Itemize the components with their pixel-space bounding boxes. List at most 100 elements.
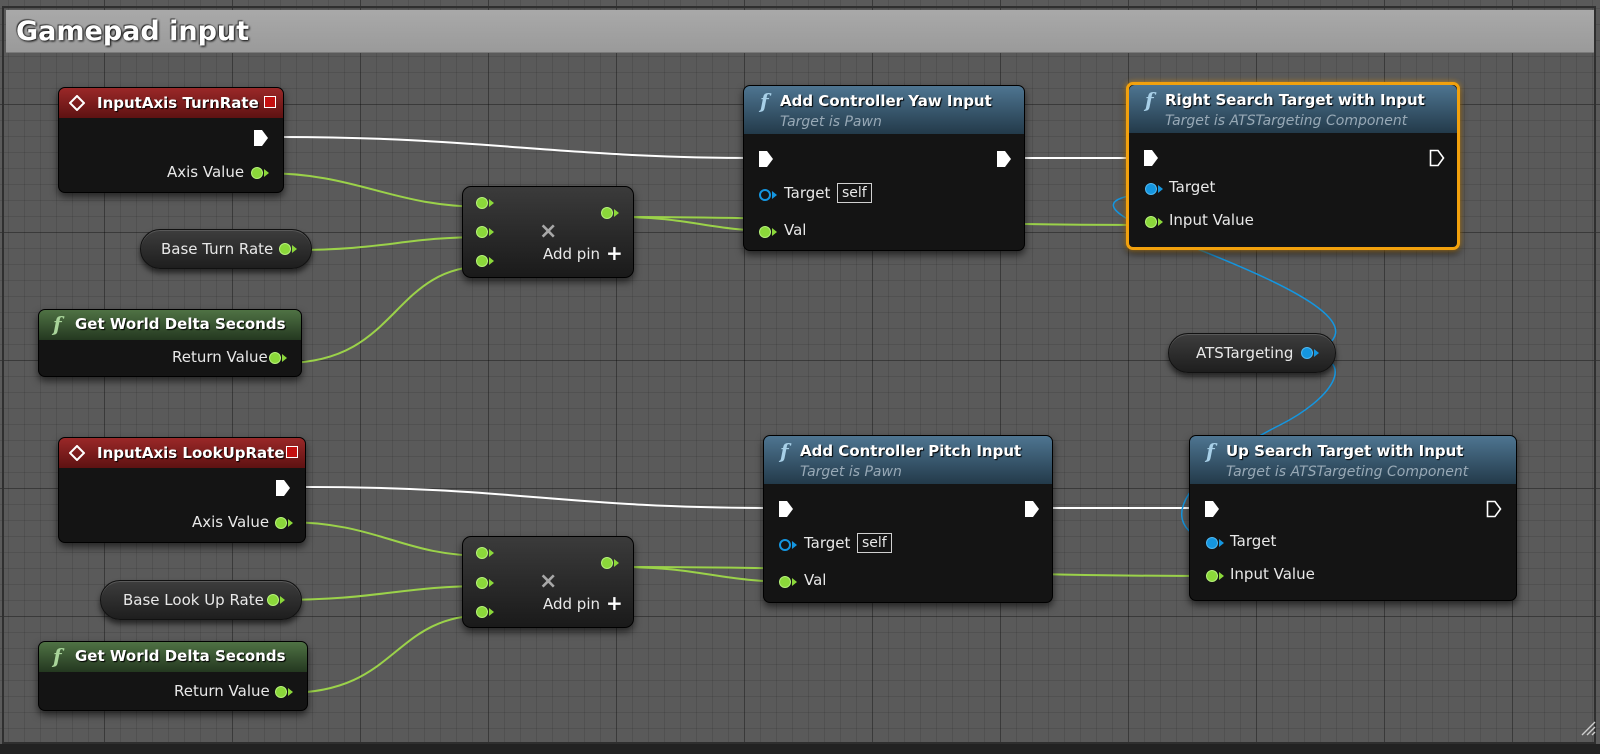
event-node-turnrate[interactable]: InputAxis TurnRate Axis Value (58, 87, 284, 193)
target-pin[interactable] (1145, 183, 1157, 195)
function-node-add-controller-pitch-input[interactable]: f Add Controller Pitch Input Target is P… (763, 435, 1053, 603)
target-pin[interactable] (1206, 537, 1218, 549)
exec-out-pin[interactable] (1024, 500, 1040, 518)
val-pin[interactable] (779, 576, 791, 588)
event-node-lookuprate[interactable]: InputAxis LookUpRate Axis Value (58, 437, 306, 543)
multiply-node[interactable]: × Add pin + (462, 536, 634, 628)
axis-value-pin[interactable] (251, 167, 263, 179)
pin-label: Target (1230, 532, 1277, 550)
float-wire (283, 265, 488, 364)
exec-in-pin[interactable] (1204, 500, 1220, 518)
variable-node-base-look-up-rate[interactable]: Base Look Up Rate (100, 580, 302, 620)
exec-in-pin[interactable] (778, 500, 794, 518)
resize-grip-icon[interactable] (1578, 718, 1596, 736)
pin-arrow (792, 541, 801, 549)
multiply-node[interactable]: × Add pin + (462, 186, 634, 278)
pin-arrow (489, 549, 498, 557)
node-title: Add Controller Yaw Input (780, 92, 992, 110)
function-node-get-world-delta-seconds[interactable]: f Get World Delta Seconds Return Value (38, 309, 302, 377)
pin-arrow (292, 245, 301, 253)
val-pin[interactable] (759, 226, 771, 238)
pin-arrow (772, 191, 781, 199)
function-node-right-search-target-with-input[interactable]: f Right Search Target with Input Target … (1126, 82, 1460, 250)
axis-value-pin[interactable] (275, 517, 287, 529)
add-pin-label[interactable]: Add pin (543, 595, 600, 613)
pin-arrow (489, 199, 498, 207)
input-pin-a[interactable] (476, 547, 488, 559)
pin-label: Target (784, 184, 831, 202)
function-node-get-world-delta-seconds[interactable]: f Get World Delta Seconds Return Value (38, 641, 308, 711)
pin-arrow (282, 354, 291, 362)
pin-arrow (280, 596, 289, 604)
pin-arrow (1219, 572, 1228, 580)
variable-label: Base Turn Rate (161, 240, 274, 258)
pin-label: Return Value (172, 348, 268, 366)
event-diamond-icon (69, 445, 85, 461)
variable-node-base-turn-rate[interactable]: Base Turn Rate (140, 229, 312, 269)
pin-label: Target (804, 534, 851, 552)
output-pin[interactable] (601, 557, 613, 569)
variable-node-atstargeting[interactable]: ATSTargeting (1168, 333, 1336, 373)
add-pin-label[interactable]: Add pin (543, 245, 600, 263)
pin-arrow (1314, 349, 1323, 357)
variable-out-pin[interactable] (267, 594, 279, 606)
target-pin[interactable] (779, 539, 791, 551)
pin-arrow (489, 257, 498, 265)
node-title: Add Controller Pitch Input (800, 442, 1022, 460)
function-icon: f (760, 89, 769, 113)
target-pin[interactable] (759, 189, 771, 201)
return-value-pin[interactable] (269, 352, 281, 364)
pin-label: Axis Value (192, 513, 270, 531)
function-node-add-controller-yaw-input[interactable]: f Add Controller Yaw Input Target is Paw… (743, 85, 1025, 251)
add-pin-icon[interactable]: + (606, 591, 623, 615)
node-subtitle: Target is Pawn (800, 464, 902, 480)
output-pin[interactable] (601, 207, 613, 219)
exec-out-pin[interactable] (275, 479, 291, 497)
event-close-icon[interactable] (264, 96, 276, 108)
function-node-up-search-target-with-input[interactable]: f Up Search Target with Input Target is … (1189, 435, 1517, 601)
variable-out-pin[interactable] (279, 243, 291, 255)
exec-out-pin[interactable] (253, 129, 269, 147)
pin-label: Axis Value (167, 163, 245, 181)
exec-wire (303, 486, 779, 509)
input-value-pin[interactable] (1145, 216, 1157, 228)
variable-label: Base Look Up Rate (123, 591, 264, 609)
input-value-pin[interactable] (1206, 570, 1218, 582)
node-title: Right Search Target with Input (1165, 91, 1425, 109)
input-pin-c[interactable] (476, 606, 488, 618)
node-subtitle: Target is ATSTargeting Component (1226, 464, 1469, 480)
event-close-icon[interactable] (286, 446, 298, 458)
target-default-value[interactable]: self (857, 533, 892, 553)
function-icon: f (1145, 88, 1154, 112)
input-pin-b[interactable] (476, 577, 488, 589)
return-value-pin[interactable] (275, 686, 287, 698)
pin-arrow (772, 228, 781, 236)
function-icon: f (53, 644, 62, 668)
multiply-icon: × (539, 569, 558, 594)
input-pin-a[interactable] (476, 197, 488, 209)
pin-label: Input Value (1169, 211, 1254, 229)
exec-out-pin[interactable] (996, 150, 1012, 168)
node-title: InputAxis TurnRate (97, 94, 259, 112)
node-subtitle: Target is Pawn (780, 114, 882, 130)
exec-in-pin[interactable] (758, 150, 774, 168)
variable-out-pin[interactable] (1301, 347, 1313, 359)
node-title: Get World Delta Seconds (75, 315, 286, 333)
pin-label: Return Value (174, 682, 270, 700)
add-pin-icon[interactable]: + (606, 241, 623, 265)
input-pin-c[interactable] (476, 255, 488, 267)
pin-arrow (792, 578, 801, 586)
pin-arrow (489, 228, 498, 236)
exec-out-pin[interactable] (1486, 500, 1502, 518)
target-default-value[interactable]: self (837, 183, 872, 203)
node-subtitle: Target is ATSTargeting Component (1165, 113, 1408, 129)
exec-in-pin[interactable] (1143, 149, 1159, 167)
pin-arrow (264, 169, 273, 177)
function-icon: f (53, 312, 62, 336)
node-title: Get World Delta Seconds (75, 647, 286, 665)
input-pin-b[interactable] (476, 226, 488, 238)
float-wire (291, 236, 488, 251)
exec-out-pin[interactable] (1429, 149, 1445, 167)
pin-arrow (1158, 185, 1167, 193)
pin-arrow (1158, 218, 1167, 226)
